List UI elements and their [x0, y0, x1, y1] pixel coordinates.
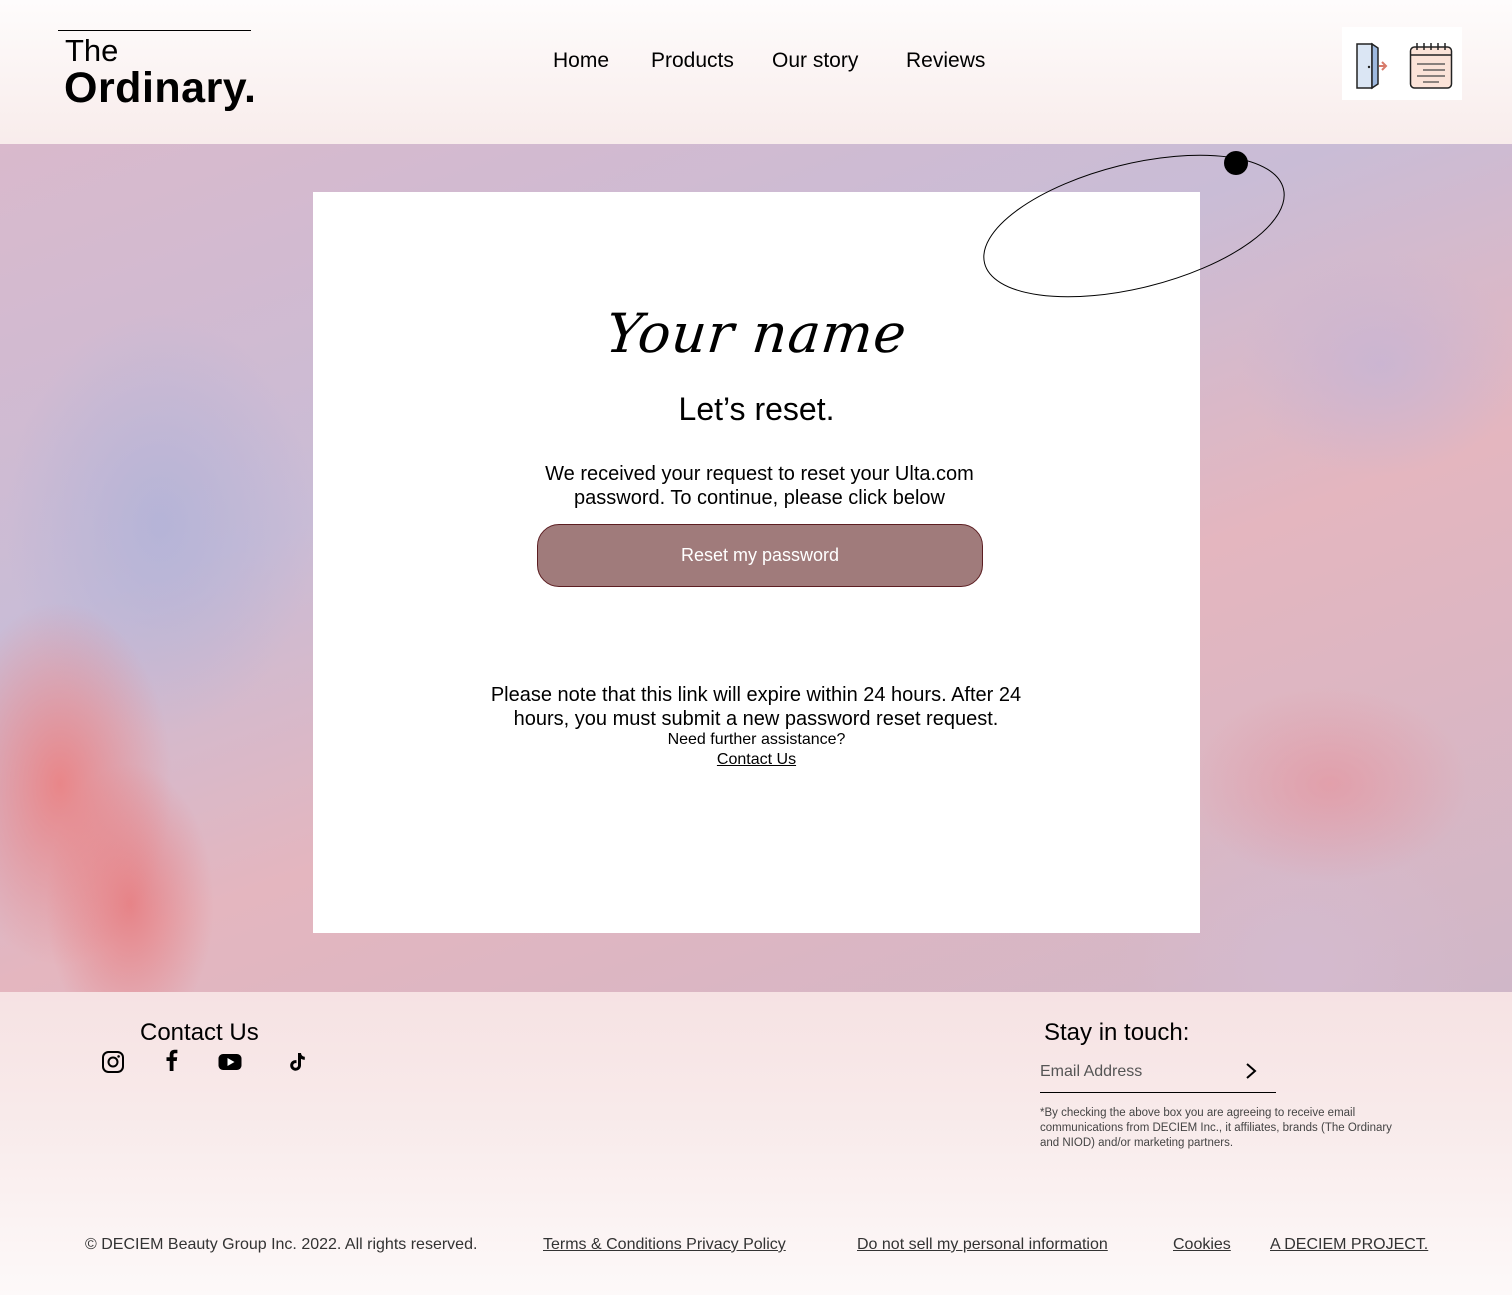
- script-name-heading: Your name: [603, 302, 911, 365]
- header-icon-group: [1342, 27, 1462, 100]
- chevron-right-icon[interactable]: [1243, 1062, 1259, 1080]
- do-not-sell-link[interactable]: Do not sell my personal information: [857, 1235, 1108, 1255]
- facebook-icon[interactable]: [160, 1048, 184, 1072]
- terms-privacy-link[interactable]: Terms & Conditions Privacy Policy: [543, 1235, 786, 1255]
- page-title: Let’s reset.: [678, 391, 835, 427]
- logo-rule: [58, 30, 251, 31]
- email-field-wrapper: [1040, 1058, 1276, 1093]
- reset-password-button[interactable]: Reset my password: [537, 524, 983, 587]
- assistance-text: Need further assistance?: [667, 731, 846, 748]
- nav-home[interactable]: Home: [553, 48, 609, 74]
- contact-us-wrapper: Contact Us: [313, 750, 1200, 769]
- site-header: The Ordinary. Home Products Our story Re…: [0, 0, 1512, 144]
- door-exit-icon[interactable]: [1354, 42, 1390, 90]
- email-field[interactable]: [1040, 1058, 1230, 1086]
- youtube-icon[interactable]: [218, 1050, 242, 1074]
- nav-our-story[interactable]: Our story: [772, 48, 858, 74]
- tiktok-icon[interactable]: [285, 1050, 309, 1074]
- logo-ordinary: Ordinary.: [64, 64, 257, 112]
- reset-card: Your name Let’s reset. We received your …: [313, 192, 1200, 933]
- stay-in-touch-title: Stay in touch:: [1044, 1019, 1190, 1046]
- instagram-icon[interactable]: [101, 1050, 125, 1074]
- expiry-note: Please note that this link will expire w…: [490, 684, 1022, 730]
- notepad-icon[interactable]: [1409, 42, 1453, 90]
- marble-hero-background: Your name Let’s reset. We received your …: [0, 144, 1512, 992]
- orbit-dot: [1224, 151, 1248, 175]
- cookies-link[interactable]: Cookies: [1173, 1235, 1231, 1255]
- email-disclaimer: *By checking the above box you are agree…: [1040, 1107, 1392, 1149]
- reset-description: We received your request to reset your U…: [545, 463, 974, 509]
- contact-us-link[interactable]: Contact Us: [717, 751, 796, 768]
- site-footer: Contact Us Stay in touch: *By checking t…: [0, 992, 1512, 1295]
- logo-the: The: [65, 33, 119, 68]
- deciem-project-link[interactable]: A DECIEM PROJECT.: [1270, 1235, 1428, 1255]
- nav-reviews[interactable]: Reviews: [906, 48, 985, 74]
- footer-contact-title: Contact Us: [140, 1019, 259, 1046]
- copyright-text: © DECIEM Beauty Group Inc. 2022. All rig…: [85, 1236, 478, 1253]
- nav-products[interactable]: Products: [651, 48, 734, 74]
